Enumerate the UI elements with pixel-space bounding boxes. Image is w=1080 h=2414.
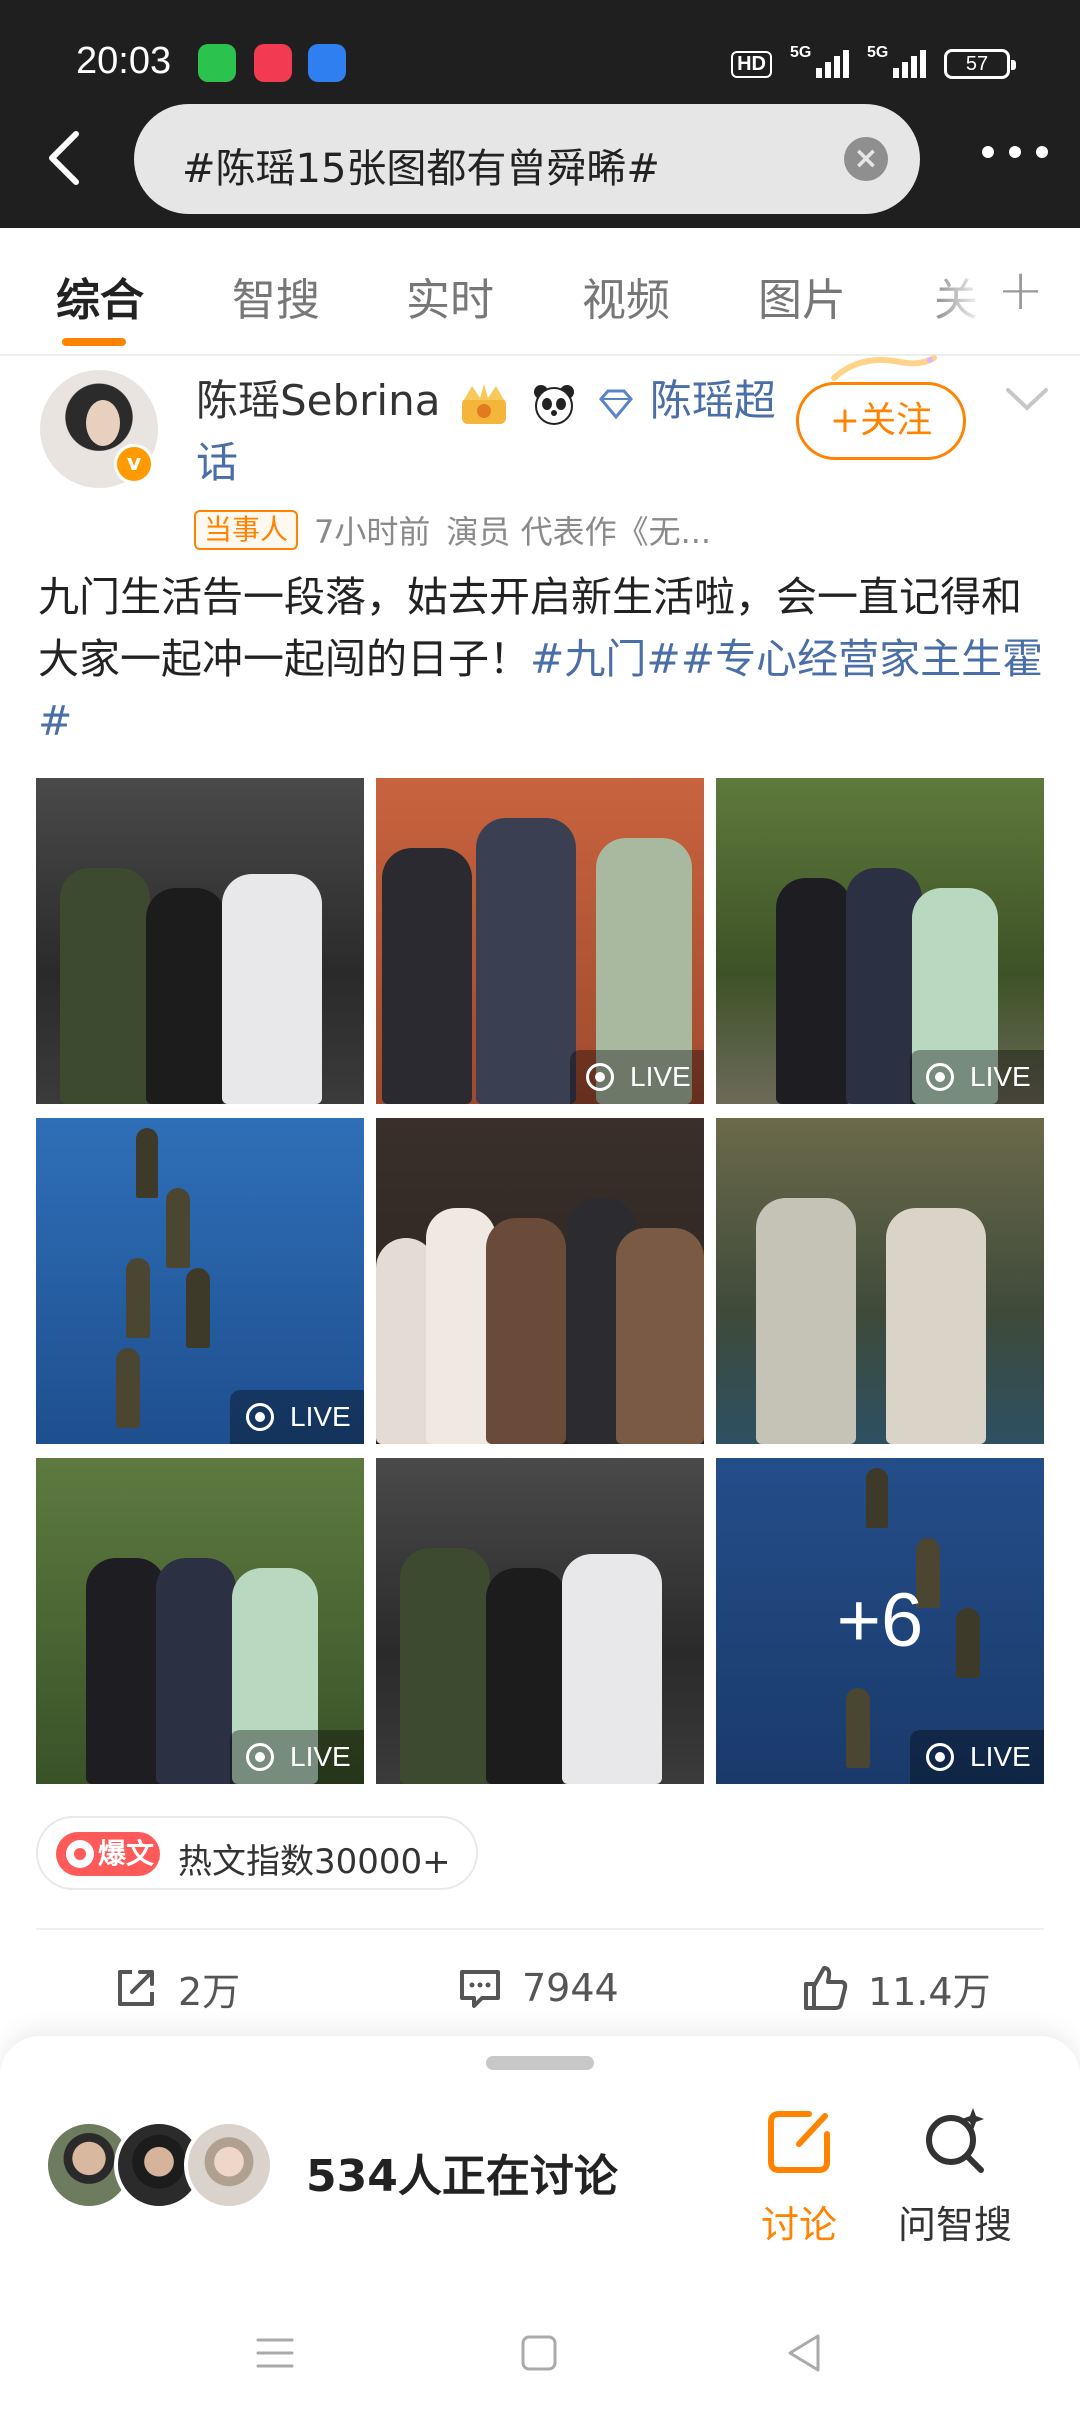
- photo-thumbnail[interactable]: LIVE: [716, 778, 1044, 1104]
- like-button[interactable]: 11.4万: [800, 1958, 991, 2018]
- live-badge: LIVE: [230, 1390, 364, 1444]
- repost-count: 2万: [178, 1969, 241, 2014]
- live-badge: LIVE: [570, 1050, 704, 1104]
- hot-index-text: 热文指数30000+: [178, 1842, 451, 1882]
- photo-thumbnail[interactable]: LIVE: [36, 1118, 364, 1444]
- edit-icon: [768, 2111, 830, 2173]
- back-arrow-icon[interactable]: [40, 128, 92, 188]
- search-tabs: 综合 智搜 实时 视频 图片 关 +: [0, 228, 1080, 356]
- follow-button[interactable]: +关注: [796, 382, 966, 460]
- tab-all[interactable]: 综合: [56, 264, 144, 328]
- panda-icon: [534, 384, 575, 425]
- active-tab-indicator: [62, 338, 126, 346]
- signal-icon: 5G: [790, 44, 849, 78]
- hd-icon: HD: [731, 50, 772, 78]
- status-indicators: HD 5G 5G 57: [731, 42, 1016, 86]
- share-icon: [118, 1970, 154, 2006]
- photo-thumbnail[interactable]: [36, 778, 364, 1104]
- comment-count: 7944: [522, 1966, 619, 2010]
- repost-button[interactable]: 2万: [112, 1958, 240, 2018]
- system-nav-bar: [0, 2300, 1080, 2414]
- tab-smart-search[interactable]: 智搜: [232, 264, 320, 328]
- ask-smart-search-button[interactable]: 问智搜: [890, 2102, 1020, 2247]
- thumbs-up-icon: [804, 1966, 848, 2010]
- tab-video[interactable]: 视频: [582, 264, 670, 328]
- post-meta: 当事人 7小时前 演员 代表作《无...: [194, 508, 711, 552]
- diamond-icon: [598, 389, 633, 419]
- sheet-handle[interactable]: [486, 2056, 594, 2070]
- music-app-icon: [254, 44, 292, 82]
- live-badge: LIVE: [910, 1050, 1044, 1104]
- live-badge: LIVE: [230, 1730, 364, 1784]
- post-time: 7小时前: [314, 513, 431, 551]
- like-count: 11.4万: [868, 1969, 991, 2014]
- home-icon[interactable]: [514, 2328, 564, 2378]
- comment-button[interactable]: 7944: [456, 1958, 619, 2018]
- search-input[interactable]: #陈瑶15张图都有曾舜晞# ×: [134, 104, 920, 214]
- clear-icon[interactable]: ×: [844, 137, 888, 181]
- messages-app-icon: [198, 44, 236, 82]
- hashtag-link[interactable]: #九门#: [530, 635, 681, 683]
- live-badge: LIVE: [910, 1730, 1044, 1784]
- photo-thumbnail[interactable]: +6 LIVE: [716, 1458, 1044, 1784]
- author-name[interactable]: 陈瑶Sebrina: [196, 376, 440, 425]
- signal-icon: 5G: [867, 44, 926, 78]
- crown-icon: [461, 383, 506, 424]
- status-time: 20:03: [76, 40, 172, 82]
- files-app-icon: [308, 44, 346, 82]
- smart-search-icon: [926, 2108, 984, 2173]
- tabs-fade: [924, 228, 984, 356]
- photo-grid: LIVE LIVE LIVE LIVE +6 LIVE: [36, 778, 1044, 1786]
- photo-thumbnail[interactable]: [376, 1458, 704, 1784]
- divider: [36, 1928, 1044, 1930]
- back-icon[interactable]: [780, 2328, 830, 2378]
- photo-thumbnail[interactable]: LIVE: [36, 1458, 364, 1784]
- hot-index-badge[interactable]: 爆文 热文指数30000+: [36, 1816, 478, 1890]
- flame-icon: [66, 1840, 94, 1868]
- photo-thumbnail[interactable]: [376, 1118, 704, 1444]
- tab-images[interactable]: 图片: [758, 264, 846, 328]
- comment-icon: [460, 1970, 500, 2008]
- more-options-icon[interactable]: [982, 146, 1048, 166]
- author-role: 演员 代表作《无...: [446, 513, 712, 551]
- post-body: 九门生活告一段落，姑去开启新生活啦，会一直记得和大家一起冲一起闯的日子！#九门#…: [38, 566, 1048, 752]
- photo-thumbnail[interactable]: [716, 1118, 1044, 1444]
- battery-icon: 57: [944, 49, 1016, 79]
- chevron-down-icon[interactable]: [1004, 384, 1050, 414]
- tab-realtime[interactable]: 实时: [406, 264, 494, 328]
- avatar: [184, 2120, 274, 2210]
- discuss-button[interactable]: 讨论: [744, 2102, 854, 2247]
- add-tab-icon[interactable]: +: [997, 258, 1044, 323]
- photo-thumbnail[interactable]: LIVE: [376, 778, 704, 1104]
- hot-tag: 爆文: [56, 1832, 160, 1876]
- sparkle-decoration: [831, 355, 937, 381]
- verified-icon: v: [114, 444, 154, 484]
- status-bar: 20:03 HD 5G 5G 57: [0, 28, 1080, 98]
- author-line: 陈瑶Sebrina 陈瑶超话: [196, 370, 776, 494]
- menu-icon[interactable]: [250, 2328, 300, 2378]
- discussing-count: 534人正在讨论: [306, 2151, 618, 2202]
- search-query: #陈瑶15张图都有曾舜晞#: [182, 146, 660, 192]
- top-header: 20:03 HD 5G 5G 57 #陈瑶15张图都有曾舜晞# ×: [0, 0, 1080, 228]
- status-badge: 当事人: [194, 510, 299, 550]
